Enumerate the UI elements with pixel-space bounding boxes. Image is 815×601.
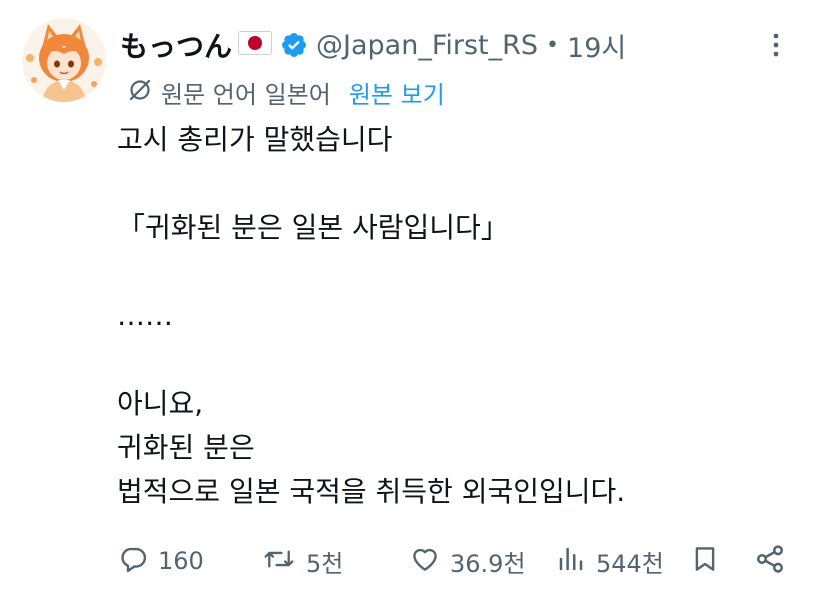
bookmark-button[interactable] <box>690 535 720 587</box>
japan-flag-icon <box>238 31 273 59</box>
tweet-header: もっつん @Japan_First_RS • 19시 <box>120 22 760 68</box>
tweet-line: 고시 총리가 말했습니다 <box>117 123 393 156</box>
like-count: 36.9천 <box>450 549 526 578</box>
repost-button[interactable]: 5천 <box>262 535 343 587</box>
like-icon <box>410 544 440 578</box>
share-icon <box>754 543 786 579</box>
separator-dot: • <box>546 32 560 58</box>
tweet-line: 「귀화된 분은 일본 사람입니다」 <box>117 211 509 244</box>
views-count: 544천 <box>596 549 664 578</box>
tweet-line: 귀화된 분은 <box>117 431 255 464</box>
share-button[interactable] <box>754 535 786 587</box>
author-handle[interactable]: @Japan_First_RS <box>316 30 538 61</box>
tweet-line: 법적으로 일본 국적을 취득한 외국인입니다. <box>117 475 626 508</box>
views-icon <box>556 544 586 578</box>
reply-icon <box>118 544 148 578</box>
avatar[interactable] <box>22 18 106 102</box>
like-button[interactable]: 36.9천 <box>410 535 526 587</box>
show-original-link[interactable]: 원본 보기 <box>349 75 445 110</box>
action-bar: 160 5천 36.9천 544천 <box>0 535 815 587</box>
views-button[interactable]: 544천 <box>556 535 664 587</box>
reply-button[interactable]: 160 <box>118 535 204 587</box>
tweet-line: …… <box>117 299 173 332</box>
reply-count: 160 <box>158 547 204 575</box>
bookmark-icon <box>690 544 720 578</box>
tweet-text: 고시 총리가 말했습니다 「귀화된 분은 일본 사람입니다」 …… 아니요, 귀… <box>117 118 797 514</box>
more-icon[interactable] <box>766 30 786 60</box>
verified-badge-icon[interactable] <box>280 31 308 59</box>
translate-icon <box>127 77 153 107</box>
translation-row: 원문 언어 일본어 원본 보기 <box>127 72 445 112</box>
tweet-line: 아니요, <box>117 387 204 420</box>
tweet-line <box>117 162 797 206</box>
tweet-line <box>117 338 797 382</box>
author-name[interactable]: もっつん <box>120 25 232 65</box>
tweet-line <box>117 250 797 294</box>
repost-count: 5천 <box>306 549 344 578</box>
repost-icon <box>262 544 296 578</box>
translation-label: 원문 언어 일본어 <box>161 80 331 109</box>
tweet-time[interactable]: 19시 <box>567 26 626 65</box>
